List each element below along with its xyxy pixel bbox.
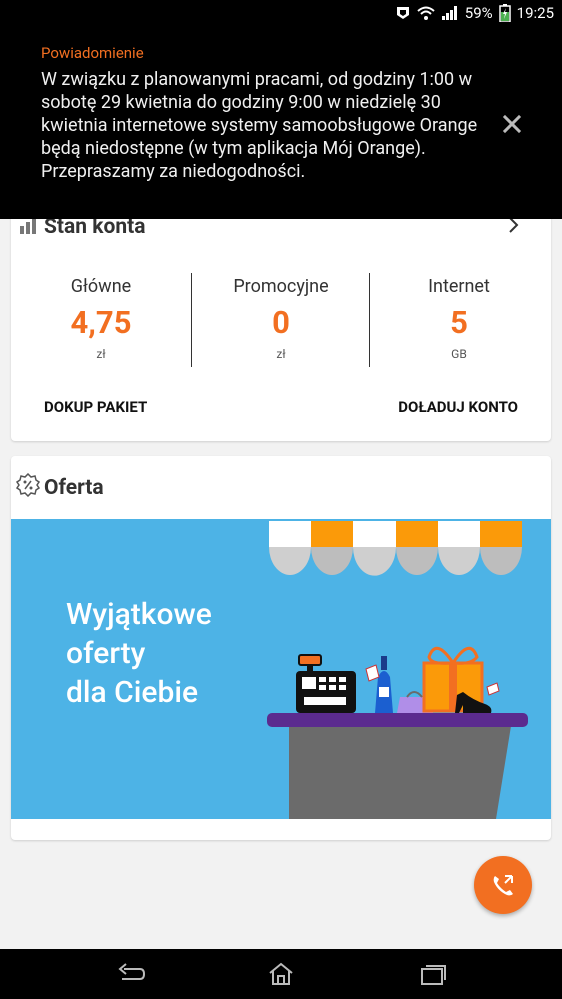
bar-chart-icon [20,218,36,234]
balance-internet-label: Internet [428,276,490,297]
top-up-button[interactable]: DOŁADUJ KONTO [398,398,518,416]
wifi-icon [417,6,435,20]
account-card: Stan konta Główne 4,75 zł Promocyjne 0 z… [11,200,551,441]
balance-promo-value: 0 [272,304,290,341]
recents-icon[interactable] [418,961,448,987]
status-bar: 59% 19:25 [0,0,562,28]
balance-internet: Internet 5 GB [369,276,549,361]
home-icon[interactable] [266,961,296,987]
notification-body: W związku z planowanymi pracami, od godz… [41,69,478,182]
signal-icon [441,6,457,20]
cash-register [296,654,356,713]
notification-title: Powiadomienie [41,44,144,62]
battery-icon [498,4,511,22]
offer-banner[interactable]: Wyjątkowe oferty dla Ciebie [11,519,551,819]
balance-main: Główne 4,75 zł [11,276,191,361]
balance-internet-unit: GB [451,347,467,361]
balance-promo-label: Promocyjne [233,276,329,297]
awning [269,521,522,576]
call-button[interactable] [474,856,532,914]
balance-internet-value: 5 [450,304,468,341]
bottle [365,656,393,713]
counter [267,713,528,819]
balance-main-label: Główne [70,276,132,297]
offer-title: Oferta [44,476,104,500]
balance-promo: Promocyjne 0 zł [191,276,371,361]
balance-main-unit: zł [96,347,106,361]
close-icon[interactable] [500,112,524,136]
balance-promo-unit: zł [276,347,286,361]
clock: 19:25 [516,4,554,22]
navigation-bar [0,949,562,999]
buy-package-button[interactable]: DOKUP PAKIET [44,398,147,416]
phone-call-icon [493,875,513,896]
balance-main-value: 4,75 [70,304,132,341]
offer-card: Oferta Wyjątkowe oferty dla Ciebie [11,456,551,840]
battery-percent: 59% [464,4,493,22]
notification-banner: Powiadomienie W związku z planowanymi pr… [0,28,562,219]
notifications-icon [396,7,409,19]
back-icon[interactable] [116,961,146,987]
shop-illustration [267,521,528,819]
percent-badge-icon [16,473,40,497]
